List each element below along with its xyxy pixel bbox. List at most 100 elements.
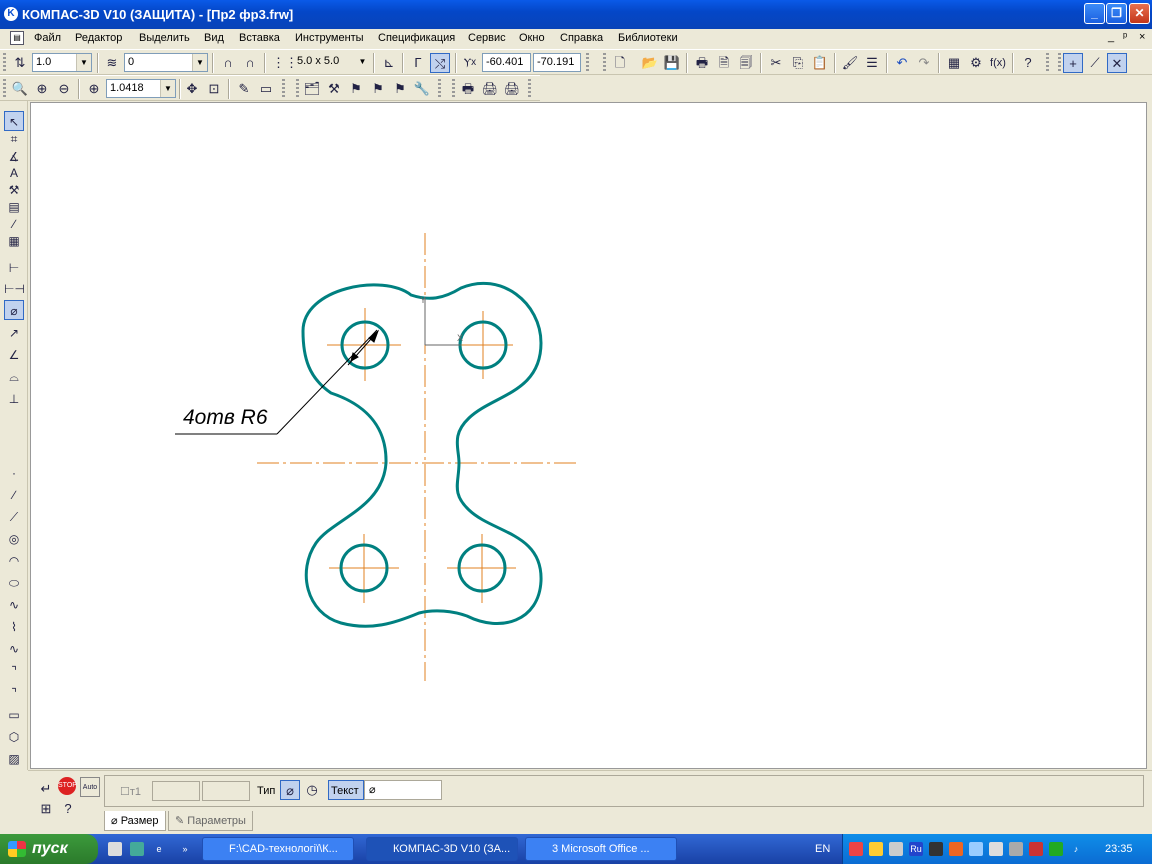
zoom-window-icon[interactable]: 🔍 — [10, 79, 30, 99]
quicklaunch-icon[interactable] — [130, 842, 144, 856]
selection-icon[interactable]: ▦ — [4, 231, 24, 251]
point-snap-icon[interactable]: + — [1063, 53, 1083, 73]
toolbar-grip[interactable] — [3, 79, 6, 99]
round-mode-icon[interactable]: Γ — [408, 53, 428, 73]
menu-tools[interactable]: Инструменты — [295, 32, 364, 44]
tray-icon[interactable] — [929, 842, 943, 856]
ortho-icon[interactable]: ⊾ — [379, 53, 399, 73]
internet-explorer-icon[interactable]: e — [152, 842, 166, 856]
quicklaunch-icon[interactable] — [108, 842, 122, 856]
tray-icon[interactable] — [1049, 842, 1063, 856]
step-field[interactable]: 1.0 ▼ — [32, 53, 92, 72]
chevron-down-icon[interactable]: ▼ — [355, 53, 370, 70]
language-indicator[interactable]: EN — [815, 843, 830, 855]
spline-icon[interactable]: ∿ — [4, 595, 24, 615]
format-brush-icon[interactable]: 🖌 — [840, 53, 860, 73]
toolbar-grip[interactable] — [3, 53, 6, 73]
chevron-down-icon[interactable]: ▼ — [160, 80, 175, 97]
undo-icon[interactable]: ↶ — [892, 53, 912, 73]
zoom-scale-icon[interactable]: ⊕ — [84, 79, 104, 99]
menu-libraries[interactable]: Библиотеки — [618, 32, 678, 44]
geometry-grid-icon[interactable]: ⌗ — [4, 129, 24, 149]
bezier-icon[interactable]: ∿ — [4, 639, 24, 659]
print-layout-icon[interactable]: 🖶 — [458, 79, 478, 99]
toolbar-grip[interactable] — [528, 79, 531, 99]
tree-icon[interactable]: 🗂 — [302, 79, 322, 99]
fix-panel-icon[interactable]: ⊞ — [36, 799, 56, 819]
dimension-type-diameter-icon[interactable]: ⌀ — [280, 780, 300, 800]
segment-icon[interactable]: ⟋ — [4, 507, 24, 527]
chevron-down-icon[interactable]: ▼ — [76, 54, 91, 71]
print-icon[interactable]: 🖶 — [692, 53, 712, 73]
chamfer-icon[interactable]: ⌝ — [4, 661, 24, 681]
fix-icon[interactable]: ⚑ — [368, 79, 388, 99]
kompas-app-icon[interactable]: K — [4, 7, 18, 21]
cut-icon[interactable]: ✂ — [766, 53, 786, 73]
toolbar-grip[interactable] — [1046, 53, 1049, 73]
menu-select[interactable]: Выделить — [139, 32, 190, 44]
toolbar-grip[interactable] — [438, 79, 441, 99]
print-setup-icon[interactable]: 🖨 — [480, 79, 500, 99]
tray-icon[interactable] — [1029, 842, 1043, 856]
coord-x-field[interactable]: -60.401 — [482, 53, 531, 72]
toolbar-grip[interactable] — [1058, 53, 1061, 73]
mdi-restore-button[interactable]: ᵖ — [1123, 31, 1127, 43]
open-folder-icon[interactable]: 📂 — [640, 53, 660, 73]
tab-parameters[interactable]: ✎ Параметры — [168, 811, 253, 831]
document-icon[interactable]: ▤ — [10, 31, 24, 45]
mdi-minimize-button[interactable]: _ — [1108, 31, 1114, 43]
local-snap-icon[interactable]: ∩ — [240, 53, 260, 73]
coord-y-field[interactable]: -70.191 — [533, 53, 581, 72]
toolbar-grip[interactable] — [586, 53, 589, 73]
step-cursor-icon[interactable]: ⇅ — [10, 53, 30, 73]
param-icon[interactable]: ⚒ — [324, 79, 344, 99]
tools-icon[interactable]: 🔧 — [412, 79, 432, 99]
taskbar-item-office[interactable]: 3 Microsoft Office ... — [525, 837, 677, 861]
stop-icon[interactable]: STOP — [58, 777, 77, 795]
properties-icon[interactable]: ☰ — [862, 53, 882, 73]
auto-object-icon[interactable]: Auto — [80, 777, 100, 797]
copy-icon[interactable]: ⎘ — [788, 53, 808, 73]
point-icon[interactable]: · — [4, 463, 24, 483]
print-preview-icon[interactable]: 🗎 — [714, 53, 734, 73]
arc-dimension-icon[interactable]: ⌓ — [4, 367, 24, 387]
help-icon[interactable]: ? — [58, 799, 78, 819]
angular-dimension-icon[interactable]: ∠ — [4, 345, 24, 365]
polygon-icon[interactable]: ⬡ — [4, 727, 24, 747]
toolbar-grip[interactable] — [282, 79, 285, 99]
zoom-in-icon[interactable]: ⊕ — [32, 79, 52, 99]
start-button[interactable]: пуск — [0, 834, 98, 864]
rectangle-icon[interactable]: ▭ — [4, 705, 24, 725]
arc-icon[interactable]: ◠ — [4, 551, 24, 571]
document-manager-icon[interactable]: 🗐 — [736, 53, 756, 73]
zoom-field[interactable]: 1.0418 ▼ — [106, 79, 176, 98]
redo-icon[interactable]: ↷ — [914, 53, 934, 73]
dimension-annotation[interactable]: 4отв R6 — [183, 406, 268, 429]
height-mark-icon[interactable]: ⊥ — [4, 389, 24, 409]
drawing-svg[interactable]: Y X 4отв R6 — [31, 103, 1148, 770]
library-icon[interactable]: ⚙ — [966, 53, 986, 73]
paste-icon[interactable]: 📋 — [810, 53, 830, 73]
menu-file[interactable]: Файл — [34, 32, 61, 44]
select-icon[interactable]: ↖ — [4, 111, 24, 131]
tray-icon[interactable] — [849, 842, 863, 856]
radial-dimension-icon[interactable]: ↗ — [4, 323, 24, 343]
menu-insert[interactable]: Вставка — [239, 32, 280, 44]
refresh-icon[interactable]: ✎ — [234, 79, 254, 99]
tray-icon[interactable] — [869, 842, 883, 856]
t1-field-y[interactable] — [202, 781, 250, 801]
new-document-icon[interactable]: 🗋 — [610, 53, 630, 73]
tab-dimension[interactable]: ⌀ Размер — [104, 811, 166, 831]
menu-window[interactable]: Окно — [519, 32, 545, 44]
intersection-snap-icon[interactable]: ✕ — [1107, 53, 1127, 73]
fillet-icon[interactable]: ⌝ — [4, 683, 24, 703]
tray-ru-icon[interactable]: Ru — [909, 842, 923, 856]
zoom-out-icon[interactable]: ⊖ — [54, 79, 74, 99]
tray-icon[interactable] — [989, 842, 1003, 856]
chevron-down-icon[interactable]: ▼ — [192, 54, 207, 71]
grid-step-field[interactable]: 5.0 x 5.0 ▼ — [294, 53, 370, 72]
grid-icon[interactable]: ⋮⋮ — [272, 53, 298, 73]
print-sheet-icon[interactable]: 🖨 — [502, 79, 522, 99]
display-icon[interactable]: ▭ — [256, 79, 276, 99]
tray-icon[interactable] — [1009, 842, 1023, 856]
